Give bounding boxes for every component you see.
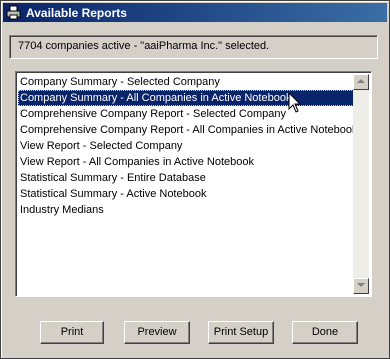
print-button[interactable]: Print (40, 321, 104, 344)
list-item[interactable]: Company Summary - Selected Company (18, 74, 354, 90)
title-bar[interactable]: Available Reports (3, 3, 387, 22)
mouse-pointer-icon (288, 92, 302, 113)
preview-button[interactable]: Preview (124, 321, 190, 344)
list-item[interactable]: Statistical Summary - Active Notebook (18, 186, 354, 202)
list-item[interactable]: Comprehensive Company Report - All Compa… (18, 122, 358, 138)
reports-listbox[interactable]: Company Summary - Selected Company Compan… (15, 71, 372, 297)
status-text: 7704 companies active - "aaiPharma Inc."… (18, 40, 270, 52)
reports-list: Company Summary - Selected Company Compan… (18, 74, 358, 218)
scroll-up-button[interactable] (353, 74, 369, 90)
list-item[interactable]: Comprehensive Company Report - Selected … (18, 106, 354, 122)
arrow-up-icon (357, 79, 365, 83)
available-reports-dialog: Available Reports 7704 companies active … (0, 0, 390, 359)
list-item[interactable]: View Report - All Companies in Active No… (18, 154, 354, 170)
list-item[interactable]: Industry Medians (18, 202, 354, 218)
scroll-down-button[interactable] (353, 278, 369, 294)
print-setup-button[interactable]: Print Setup (208, 321, 274, 344)
printer-icon (6, 5, 21, 20)
status-field: 7704 companies active - "aaiPharma Inc."… (9, 35, 378, 59)
list-item[interactable]: View Report - Selected Company (18, 138, 354, 154)
vertical-scrollbar[interactable] (353, 74, 369, 294)
list-item[interactable]: Company Summary - All Companies in Activ… (18, 90, 354, 106)
arrow-down-icon (357, 283, 365, 287)
list-item[interactable]: Statistical Summary - Entire Database (18, 170, 354, 186)
done-button[interactable]: Done (292, 321, 358, 344)
window-title: Available Reports (26, 6, 127, 20)
